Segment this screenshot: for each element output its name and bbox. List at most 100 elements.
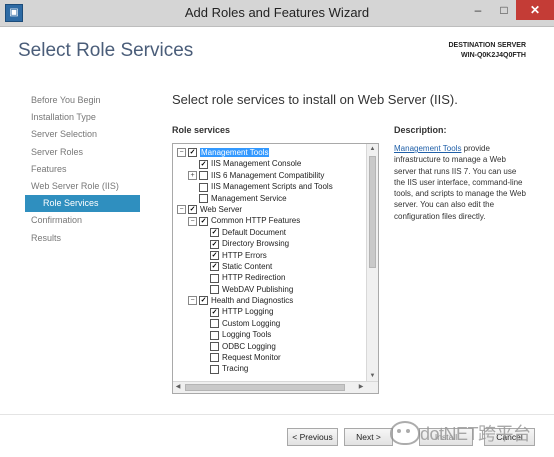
tree-item-logging-tools[interactable]: Logging Tools [173,329,366,340]
tree-item-label[interactable]: Tracing [222,364,248,373]
tree-item-management-service[interactable]: Management Service [173,193,366,204]
description-label: Description: [394,125,447,135]
tree-item-webdav-publishing[interactable]: WebDAV Publishing [173,284,366,295]
wechat-logo-icon [390,421,420,445]
tree-item-directory-browsing[interactable]: ✓ Directory Browsing [173,238,366,249]
tree-item-static-content[interactable]: ✓ Static Content [173,261,366,272]
tree-item-http-logging[interactable]: ✓ HTTP Logging [173,306,366,317]
checkbox[interactable] [199,193,208,203]
tree-item-default-document[interactable]: ✓ Default Document [173,227,366,238]
tree-item-label[interactable]: Custom Logging [222,319,280,328]
checkbox[interactable]: ✓ [199,216,208,226]
tree-item-label[interactable]: HTTP Errors [222,251,267,260]
tree-item-health-and-diagnostics[interactable]: − ✓ Health and Diagnostics [173,295,366,306]
install-button[interactable]: Install [419,428,473,446]
wizard-nav: Before You Begin Installation Type Serve… [25,92,140,247]
scroll-up-icon[interactable]: ▲ [367,144,378,154]
tree-item-label[interactable]: WebDAV Publishing [222,285,293,294]
scroll-down-icon[interactable]: ▼ [367,371,378,381]
tree-item-tracing[interactable]: Tracing [173,363,366,374]
tree-item-label[interactable]: IIS 6 Management Compatibility [211,171,324,180]
tree-item-label[interactable]: Static Content [222,262,272,271]
checkbox[interactable]: ✓ [210,262,219,272]
checkbox[interactable]: ✓ [210,228,219,238]
nav-item-server-roles[interactable]: Server Roles [25,144,140,161]
checkbox[interactable] [210,353,219,363]
tree-item-custom-logging[interactable]: Custom Logging [173,318,366,329]
previous-button[interactable]: < Previous [287,428,338,446]
scroll-left-icon[interactable]: ◀ [173,382,183,393]
destination-server-name: WIN-Q0K2J4Q0FTH [461,52,526,59]
checkbox[interactable]: ✓ [210,307,219,317]
next-button[interactable]: Next > [344,428,393,446]
tree-item-iis-management-console[interactable]: ✓ IIS Management Console [173,158,366,169]
expand-icon[interactable]: + [188,171,197,181]
horizontal-scrollbar[interactable]: ◀ ▶ [173,381,378,393]
tree-item-label[interactable]: Common HTTP Features [211,216,300,225]
tree-item-label[interactable]: Request Monitor [222,353,281,362]
minimize-button[interactable]: – [465,0,491,20]
page-title: Select Role Services [18,40,194,61]
tree-item-management-tools[interactable]: − ✓ Management Tools [173,147,366,158]
checkbox[interactable] [210,319,219,329]
tree-item-common-http-features[interactable]: − ✓ Common HTTP Features [173,215,366,226]
checkbox[interactable] [210,364,219,374]
collapse-icon[interactable]: − [188,296,197,306]
scroll-right-icon[interactable]: ▶ [356,382,366,393]
checkbox[interactable]: ✓ [199,296,208,306]
nav-item-server-selection[interactable]: Server Selection [25,126,140,143]
tree-item-label[interactable]: HTTP Logging [222,307,273,316]
nav-item-before-you-begin[interactable]: Before You Begin [25,92,140,109]
tree-item-label[interactable]: Management Tools [200,148,270,157]
cancel-button[interactable]: Cancel [484,428,535,446]
checkbox[interactable]: ✓ [199,159,208,169]
tree-item-label[interactable]: IIS Management Console [211,159,301,168]
checkbox[interactable]: ✓ [188,148,197,158]
role-services-tree[interactable]: − ✓ Management Tools ✓ IIS Management Consol… [172,143,379,394]
tree-item-label[interactable]: ODBC Logging [222,342,276,351]
tree-item-iis-management-scripts-and-tools[interactable]: IIS Management Scripts and Tools [173,181,366,192]
collapse-icon[interactable]: − [177,148,186,158]
tree-item-web-server[interactable]: − ✓ Web Server [173,204,366,215]
checkbox[interactable] [210,330,219,340]
tree-item-odbc-logging[interactable]: ODBC Logging [173,341,366,352]
collapse-icon[interactable]: − [177,205,186,215]
close-button[interactable]: ✕ [516,0,554,20]
checkbox[interactable] [199,182,208,192]
description-link[interactable]: Management Tools [394,144,461,153]
scroll-thumb[interactable] [369,156,376,268]
tree-items: − ✓ Management Tools ✓ IIS Management Consol… [173,147,366,375]
footer-divider [0,414,554,415]
checkbox[interactable] [210,342,219,352]
checkbox[interactable]: ✓ [210,250,219,260]
horizontal-scroll-thumb[interactable] [185,384,345,391]
role-services-label: Role services [172,125,231,135]
tree-item-label[interactable]: HTTP Redirection [222,273,285,282]
nav-item-installation-type[interactable]: Installation Type [25,109,140,126]
checkbox[interactable] [199,171,208,181]
tree-item-label[interactable]: Default Document [222,228,286,237]
tree-item-label[interactable]: IIS Management Scripts and Tools [211,182,333,191]
tree-item-iis-6-management-compatibility[interactable]: + IIS 6 Management Compatibility [173,170,366,181]
collapse-icon[interactable]: − [188,216,197,226]
tree-item-label[interactable]: Logging Tools [222,330,271,339]
tree-item-label[interactable]: Web Server [200,205,242,214]
tree-item-request-monitor[interactable]: Request Monitor [173,352,366,363]
tree-item-http-errors[interactable]: ✓ HTTP Errors [173,250,366,261]
tree-item-http-redirection[interactable]: HTTP Redirection [173,272,366,283]
checkbox[interactable] [210,273,219,283]
maximize-button[interactable]: □ [491,0,517,20]
destination-server-label: DESTINATION SERVER [448,42,526,49]
tree-item-label[interactable]: Management Service [211,194,287,203]
nav-item-role-services[interactable]: Role Services [25,195,140,213]
nav-item-features[interactable]: Features [25,161,140,178]
title-bar[interactable]: ▣ Add Roles and Features Wizard – □ ✕ [0,0,554,27]
nav-item-web-server-role[interactable]: Web Server Role (IIS) [25,178,140,195]
tree-item-label[interactable]: Health and Diagnostics [211,296,293,305]
checkbox[interactable]: ✓ [188,205,197,215]
tree-item-label[interactable]: Directory Browsing [222,239,289,248]
description-body: provide infrastructure to manage a Web s… [394,144,526,221]
checkbox[interactable] [210,285,219,295]
vertical-scrollbar[interactable]: ▲ ▼ [366,144,378,381]
checkbox[interactable]: ✓ [210,239,219,249]
